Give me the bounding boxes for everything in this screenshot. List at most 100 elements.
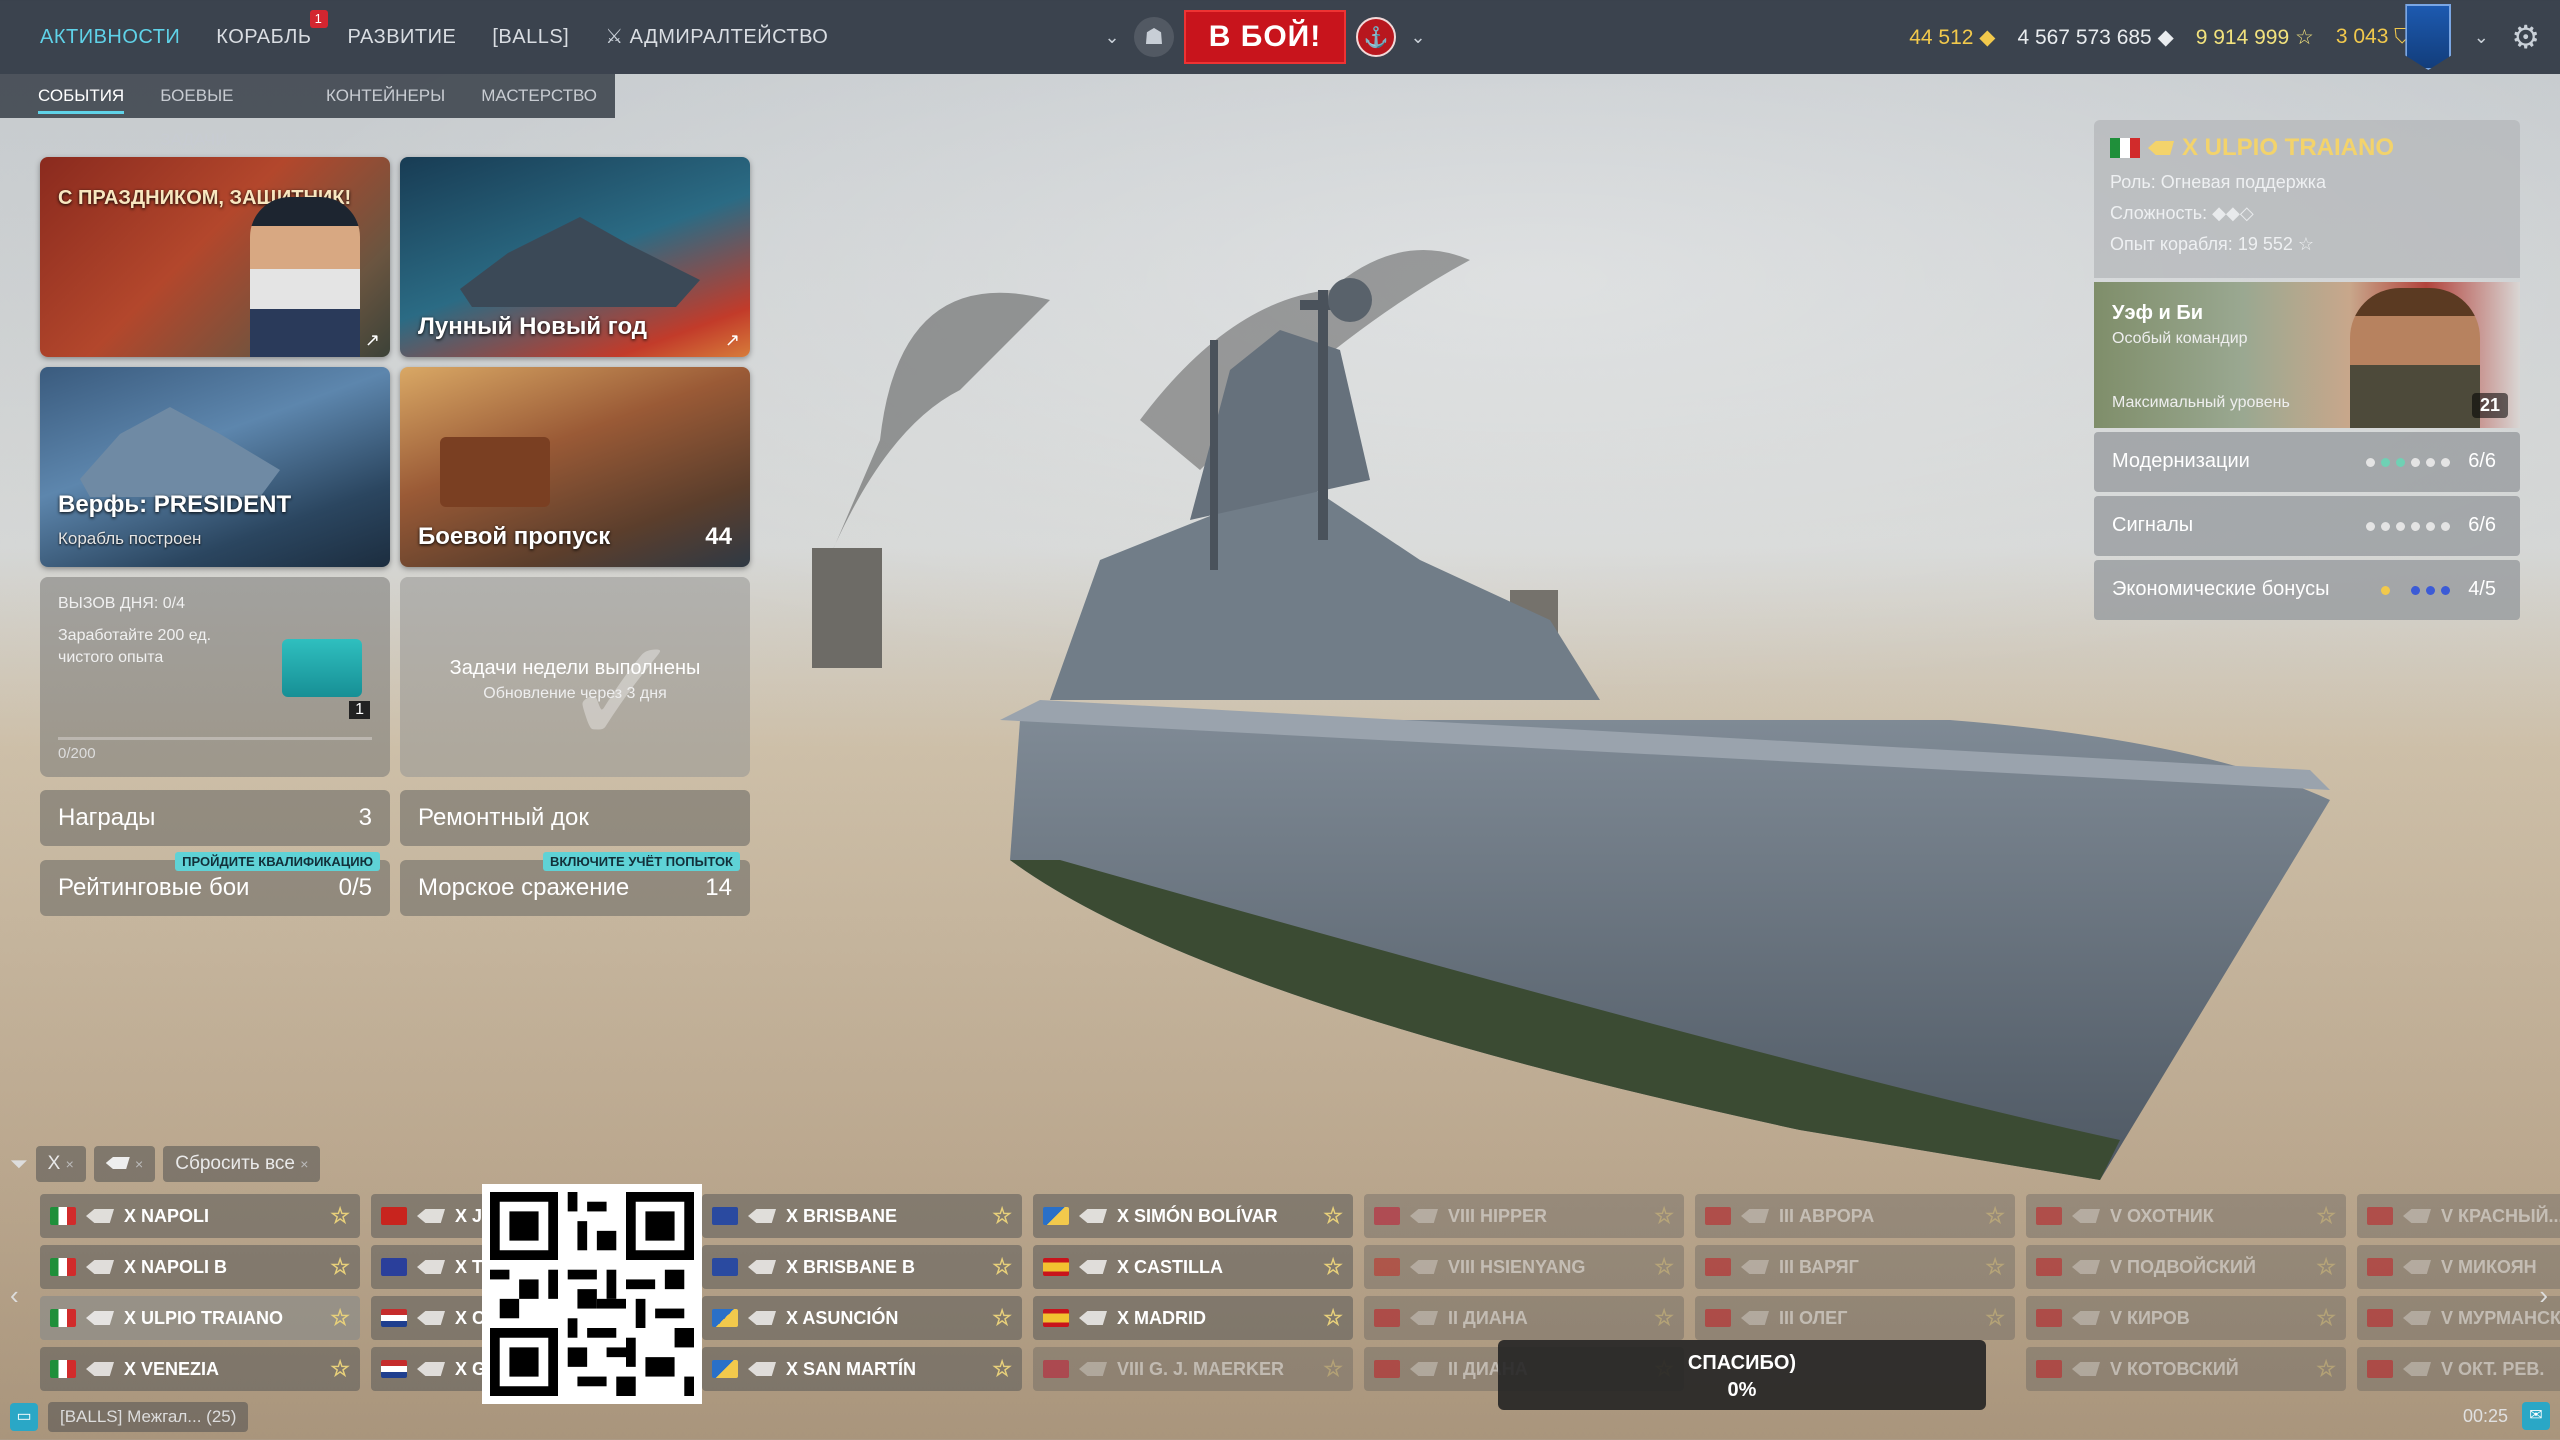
- ranked-row[interactable]: ПРОЙДИТЕ КВАЛИФИКАЦИЮ Рейтинговые бои 0/…: [40, 852, 390, 916]
- coal[interactable]: 3 043 ⛉: [2336, 25, 2410, 49]
- ship-card[interactable]: X BRISBANE B ☆: [702, 1245, 1022, 1289]
- ship-card[interactable]: V КИРОВ ☆: [2026, 1296, 2346, 1340]
- event-card-lunar[interactable]: Лунный Новый год ↗: [400, 157, 750, 357]
- tab-containers[interactable]: КОНТЕЙНЕРЫ: [308, 74, 463, 118]
- reset-filters-button[interactable]: Сбросить все ×: [163, 1146, 321, 1182]
- ship-info[interactable]: X ULPIO TRAIANO Роль: Огневая поддержка …: [2094, 120, 2520, 278]
- star-icon: ☆: [330, 1305, 350, 1330]
- tab-events[interactable]: СОБЫТИЯ: [20, 74, 142, 118]
- nation-flag-icon: [712, 1360, 738, 1378]
- repair-dock-row[interactable]: Ремонтный док: [400, 790, 750, 846]
- ship-card[interactable]: X ASUNCIÓN ☆: [702, 1296, 1022, 1340]
- ship-card[interactable]: X BRISBANE ☆: [702, 1194, 1022, 1238]
- ship-card[interactable]: X NAPOLI ☆: [40, 1194, 360, 1238]
- ship-card[interactable]: V КРАСНЫЙ...☆: [2357, 1194, 2560, 1238]
- ship-card[interactable]: X CASTILLA ☆: [1033, 1245, 1353, 1289]
- rewards-row[interactable]: Награды 3: [40, 790, 390, 846]
- ship-card[interactable]: X VENEZIA ☆: [40, 1347, 360, 1391]
- tab-combat-missions[interactable]: БОЕВЫЕ ЗАДАЧИ: [142, 74, 308, 149]
- ship-card[interactable]: X SIMÓN BOLÍVAR ☆: [1033, 1194, 1353, 1238]
- division-icon[interactable]: ☗: [1134, 17, 1174, 57]
- ship-card[interactable]: VIII HIPPER ☆: [1364, 1194, 1684, 1238]
- chat-channel[interactable]: [BALLS] Межгал... (25): [48, 1402, 249, 1432]
- nation-flag-icon: [2036, 1207, 2062, 1225]
- free-xp[interactable]: 9 914 999 ☆: [2196, 25, 2314, 50]
- credits[interactable]: 4 567 573 685 ◆: [2017, 25, 2173, 50]
- nav-activities[interactable]: АКТИВНОСТИ: [22, 0, 198, 74]
- chevron-down-icon[interactable]: ⌄: [1100, 25, 1124, 49]
- ship-card[interactable]: X NAPOLI B ☆: [40, 1245, 360, 1289]
- ship-card[interactable]: V ОХОТНИК ☆: [2026, 1194, 2346, 1238]
- tier-filter[interactable]: X ×: [35, 1146, 86, 1182]
- nation-flag-icon: [50, 1309, 76, 1327]
- chat-icon[interactable]: ▭: [10, 1403, 38, 1431]
- gear-icon[interactable]: ⚙: [2511, 18, 2540, 56]
- chevron-right-icon[interactable]: ›: [2539, 1280, 2548, 1311]
- battle-mode-icon[interactable]: ⚓: [1356, 17, 1396, 57]
- clan-badge-icon[interactable]: [2405, 4, 2452, 70]
- nav-ship[interactable]: КОРАБЛЬ 1: [198, 0, 329, 74]
- class-filter[interactable]: ×: [93, 1146, 156, 1182]
- ship-card[interactable]: X SAN MARTÍN ☆: [702, 1347, 1022, 1391]
- ship-name: VIII HSIENYANG: [1448, 1256, 1586, 1277]
- ship-card[interactable]: III АВРОРА ☆: [1695, 1194, 2015, 1238]
- ship-name: II ДИАНА: [1448, 1307, 1528, 1328]
- ship-name: V КОТОВСКИЙ: [2110, 1358, 2239, 1379]
- tab-mastery[interactable]: МАСТЕРСТВО: [463, 74, 615, 118]
- ship-card[interactable]: V МИКОЯН☆: [2357, 1245, 2560, 1289]
- ship-card[interactable]: V ОКТ. РЕВ.☆: [2357, 1347, 2560, 1391]
- nation-flag-icon: [1043, 1207, 1069, 1225]
- ship-card[interactable]: V МУРМАНСК☆: [2357, 1296, 2560, 1340]
- filter-icon[interactable]: ⏷: [10, 1151, 28, 1177]
- chevron-down-icon[interactable]: ⌄: [2469, 25, 2493, 49]
- daily-value: 0/4: [162, 595, 185, 612]
- upgrades-value: 6/6: [2468, 450, 2496, 472]
- ship-card[interactable]: X MADRID ☆: [1033, 1296, 1353, 1340]
- weekly-missions[interactable]: ✓ Задачи недели выполнены Обновление чер…: [400, 577, 750, 777]
- ship-card[interactable]: V КОТОВСКИЙ ☆: [2026, 1347, 2346, 1391]
- ship-card[interactable]: VIII HSIENYANG ☆: [1364, 1245, 1684, 1289]
- ship-card[interactable]: III ВАРЯГ ☆: [1695, 1245, 2015, 1289]
- ship-name: III АВРОРА: [1779, 1205, 1875, 1226]
- star-icon: ☆: [1654, 1254, 1674, 1279]
- commander-card[interactable]: Уэф и Би Особый командир Максимальный ур…: [2094, 282, 2520, 428]
- ship-card[interactable]: X ULPIO TRAIANO ☆: [40, 1296, 360, 1340]
- nation-flag-icon: [2036, 1360, 2062, 1378]
- upgrades-row[interactable]: Модернизации 6/6: [2094, 432, 2520, 492]
- event-card-battle-pass[interactable]: Боевой пропуск 44: [400, 367, 750, 567]
- daily-challenge[interactable]: ВЫЗОВ ДНЯ: 0/4 Заработайте 200 ед. чисто…: [40, 577, 390, 777]
- ship-card[interactable]: V ПОДВОЙСКИЙ ☆: [2026, 1245, 2346, 1289]
- event-card-defender[interactable]: С ПРАЗДНИКОМ, ЗАЩИТНИК! ↗: [40, 157, 390, 357]
- nation-flag-icon: [381, 1207, 407, 1225]
- chevron-left-icon[interactable]: ‹: [10, 1280, 19, 1311]
- cruiser-class-icon: [1741, 1260, 1769, 1274]
- ship-card[interactable]: III ОЛЕГ ☆: [1695, 1296, 2015, 1340]
- naval-battle-row[interactable]: ВКЛЮЧИТЕ УЧЁТ ПОПЫТОК Морское сражение 1…: [400, 852, 750, 916]
- signals-row[interactable]: Сигналы 6/6: [2094, 496, 2520, 556]
- nav-development[interactable]: РАЗВИТИЕ: [330, 0, 475, 74]
- rewards-count: 3: [358, 804, 372, 831]
- cruiser-class-icon: [86, 1362, 114, 1376]
- signals-value: 6/6: [2468, 514, 2496, 536]
- ship-name: V КРАСНЫЙ...: [2441, 1205, 2560, 1226]
- donation-toast: СПАСИБО) 0%: [1498, 1340, 1986, 1410]
- signal-slots: [2366, 522, 2450, 531]
- star-icon: ☆: [992, 1305, 1012, 1330]
- ranked-label: Рейтинговые бои: [58, 874, 250, 901]
- nav-admiralty[interactable]: ⚔ АДМИРАЛТЕЙСТВО: [587, 0, 846, 74]
- doubloons[interactable]: 44 512 ◆: [1909, 25, 1995, 50]
- credits-icon: ◆: [2157, 25, 2174, 49]
- battle-button[interactable]: В БОЙ!: [1184, 10, 1346, 64]
- chevron-down-icon[interactable]: ⌄: [1406, 25, 1430, 49]
- ship-card[interactable]: II ДИАНА ☆: [1364, 1296, 1684, 1340]
- nation-flag-icon: [50, 1258, 76, 1276]
- daily-desc: Заработайте 200 ед. чистого опыта: [58, 627, 212, 666]
- ship-name: X ULPIO TRAIANO: [124, 1307, 284, 1328]
- event-card-shipyard[interactable]: Верфь: PRESIDENT Корабль построен: [40, 367, 390, 567]
- cruiser-class-icon: [417, 1362, 445, 1376]
- economic-bonuses-row[interactable]: Экономические бонусы 4/5: [2094, 560, 2520, 620]
- nav-clan[interactable]: [BALLS]: [474, 0, 587, 74]
- notification-icon[interactable]: ✉: [2522, 1402, 2550, 1430]
- resources: 44 512 ◆ 4 567 573 685 ◆ 9 914 999 ☆ 3 0…: [1909, 0, 2410, 74]
- ship-card[interactable]: VIII G. J. MAERKER ☆: [1033, 1347, 1353, 1391]
